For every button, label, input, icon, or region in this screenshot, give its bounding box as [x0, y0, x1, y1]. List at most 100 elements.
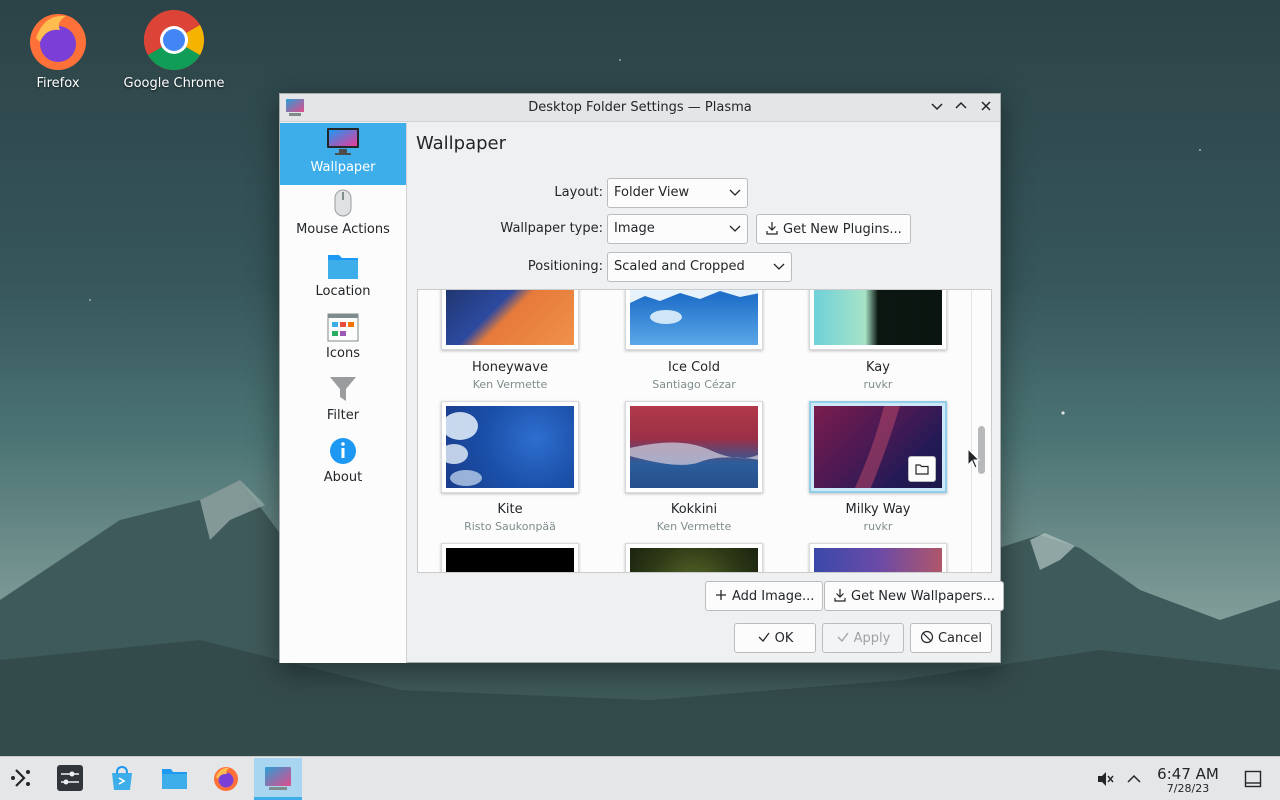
minimize-button[interactable]: [928, 99, 946, 117]
wallpaper-author: ruvkr: [863, 378, 893, 391]
desktop-icon-google-chrome[interactable]: Google Chrome: [119, 8, 229, 91]
plus-icon: [716, 590, 726, 600]
wallpaper-author: ruvkr: [863, 520, 893, 533]
wallpaper-image: [630, 406, 758, 488]
wallpaper-image: [630, 290, 758, 345]
layout-combobox[interactable]: Folder View: [607, 178, 748, 208]
layout-label: Layout:: [554, 185, 603, 200]
sidebar-item-location[interactable]: Location: [280, 247, 406, 309]
wallpaper-image: [814, 548, 942, 572]
positioning-combobox[interactable]: Scaled and Cropped: [607, 252, 792, 282]
filter-icon: [326, 373, 360, 407]
layout-value: Folder View: [614, 185, 690, 200]
volume-muted-icon[interactable]: [1096, 770, 1114, 788]
wallpaper-thumbnail-kokkini[interactable]: [625, 401, 763, 493]
wallpaper-grid[interactable]: Honeywave Ken Vermette Ice Cold Santiago…: [417, 289, 992, 573]
add-image-label: Add Image...: [732, 589, 815, 604]
cancel-button[interactable]: Cancel: [910, 623, 992, 653]
clock-date[interactable]: 7/28/23: [1148, 782, 1228, 795]
page-title: Wallpaper: [416, 133, 507, 154]
application-launcher[interactable]: [0, 758, 44, 800]
ok-button[interactable]: OK: [734, 623, 816, 653]
add-image-button[interactable]: Add Image...: [705, 581, 824, 611]
discover-store-icon: [112, 765, 132, 790]
checkmark-icon: [837, 632, 849, 642]
wallpaper-name: Honeywave: [472, 360, 548, 375]
wallpaper-image: [814, 290, 942, 345]
sidebar-item-label: Wallpaper: [310, 160, 376, 175]
wallpaper-name: Milky Way: [845, 502, 911, 517]
wallpaper-name: Ice Cold: [667, 360, 720, 375]
settings-icon: [57, 765, 83, 791]
download-icon: [766, 222, 778, 235]
wallpaper-image: [446, 548, 574, 572]
launcher-icon: [11, 769, 30, 787]
desktop-icon-firefox[interactable]: Firefox: [3, 8, 113, 91]
apply-button[interactable]: Apply: [822, 623, 904, 653]
wallpaper-thumbnail-milky-way[interactable]: [809, 401, 947, 493]
task-discover[interactable]: [100, 758, 144, 800]
wallpaper-thumbnail-kay[interactable]: [809, 290, 947, 350]
sidebar-item-label: Icons: [326, 346, 360, 361]
sidebar-item-mouse-actions[interactable]: Mouse Actions: [280, 185, 406, 247]
wallpaper-thumbnail[interactable]: [625, 543, 763, 572]
chevron-down-icon: [729, 189, 741, 196]
ok-label: OK: [774, 631, 794, 646]
window-titlebar[interactable]: Desktop Folder Settings — Plasma: [280, 94, 1000, 122]
wallpaper-author: Ken Vermette: [656, 520, 732, 533]
wallpaper-settings-page: Wallpaper Layout: Folder View Wallpaper …: [408, 123, 1004, 663]
wallpaper-name: Kite: [497, 502, 523, 517]
firefox-icon: [214, 767, 238, 791]
get-new-plugins-button[interactable]: Get New Plugins...: [756, 214, 911, 244]
sidebar-item-icons[interactable]: Icons: [280, 309, 406, 371]
close-button[interactable]: [977, 99, 995, 117]
get-new-wallpapers-button[interactable]: Get New Wallpapers...: [824, 581, 1004, 611]
open-folder-button[interactable]: [908, 456, 936, 482]
apply-label: Apply: [853, 631, 891, 646]
download-icon: [834, 589, 846, 602]
wallpaper-author: Ken Vermette: [472, 378, 548, 391]
desktop-icon-label: Google Chrome: [123, 76, 225, 91]
wallpaper-grid-scrollbar[interactable]: [971, 290, 991, 572]
chevron-down-icon: [729, 225, 741, 232]
wallpaper-thumbnail-ice-cold[interactable]: [625, 290, 763, 350]
sidebar-item-filter[interactable]: Filter: [280, 371, 406, 433]
sidebar-item-wallpaper[interactable]: Wallpaper: [280, 123, 406, 185]
wallpaper-image: [446, 290, 574, 345]
close-icon: [981, 101, 991, 111]
task-desktop-folder-settings[interactable]: [254, 758, 302, 800]
cancel-icon: [920, 630, 934, 644]
folder-icon: [162, 769, 187, 789]
show-desktop-icon[interactable]: [1244, 770, 1262, 788]
wallpaper-thumbnail-kite[interactable]: [441, 401, 579, 493]
wallpaper-thumbnail-honeywave[interactable]: [441, 290, 579, 350]
checkmark-icon: [758, 632, 770, 642]
positioning-value: Scaled and Cropped: [614, 259, 745, 274]
sidebar-item-label: About: [323, 470, 363, 485]
task-dolphin[interactable]: [152, 758, 196, 800]
task-firefox[interactable]: [204, 758, 248, 800]
folder-icon: [915, 464, 929, 475]
desktop-folder-settings-dialog: Desktop Folder Settings — Plasma Wallpap…: [279, 93, 1004, 663]
mouse-icon: [326, 187, 360, 221]
wallpaper-type-combobox[interactable]: Image: [607, 214, 748, 244]
maximize-button[interactable]: [952, 99, 970, 117]
chevron-down-icon: [931, 103, 943, 111]
chevron-up-icon[interactable]: [1126, 771, 1142, 787]
plasma-app-icon: [265, 767, 291, 790]
wallpaper-thumbnail[interactable]: [441, 543, 579, 572]
folder-icon: [326, 249, 360, 283]
clock-time[interactable]: 6:47 AM: [1148, 765, 1228, 783]
wallpaper-thumbnail[interactable]: [809, 543, 947, 572]
wallpaper-author: Risto Saukonpää: [464, 520, 556, 533]
taskbar: 6:47 AM 7/28/23: [0, 756, 1280, 800]
mouse-cursor-icon: [967, 448, 981, 469]
sidebar-item-about[interactable]: About: [280, 433, 406, 495]
task-system-settings[interactable]: [48, 758, 92, 800]
window-title: Desktop Folder Settings — Plasma: [528, 100, 752, 115]
firefox-icon: [26, 8, 90, 72]
wallpaper-type-value: Image: [614, 221, 655, 236]
desktop-icon-label: Firefox: [36, 76, 80, 91]
wallpaper-image: [630, 548, 758, 572]
icons-grid-icon: [326, 311, 360, 345]
